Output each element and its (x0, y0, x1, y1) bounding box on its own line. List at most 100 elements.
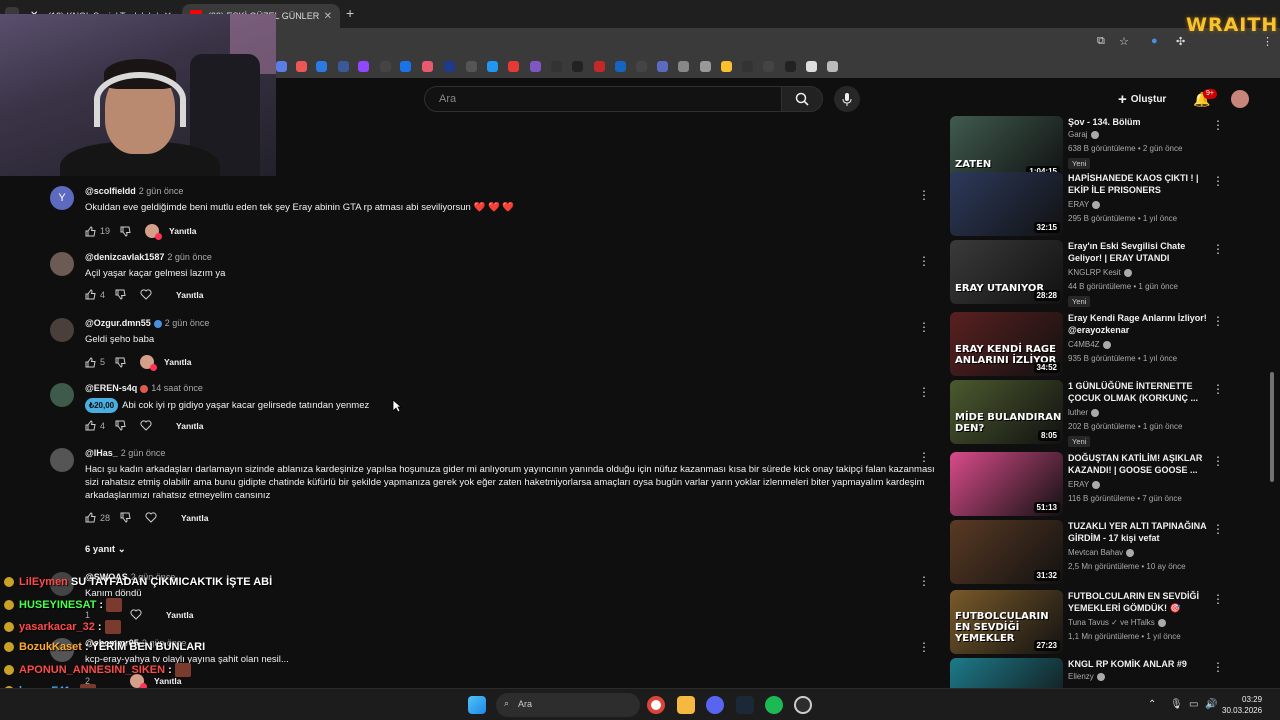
bookmark-icon[interactable] (380, 61, 391, 72)
bookmark-icon[interactable] (700, 61, 711, 72)
chat-username[interactable]: APONUN_ANNESINI_SIKEN (19, 664, 165, 676)
comment-author[interactable]: @scolfieldd (85, 186, 136, 196)
scrollbar[interactable] (1270, 372, 1274, 482)
commenter-avatar[interactable] (50, 318, 74, 342)
video-thumbnail[interactable]: ERAY UTANIYOR 28:28 (950, 240, 1063, 304)
bookmark-star-icon[interactable]: ☆ (1119, 35, 1129, 48)
channel-name[interactable]: Tuna Tavus ✓ ve HTalks (1068, 618, 1166, 627)
chrome-icon[interactable] (647, 696, 665, 714)
like-button[interactable]: 4 (85, 289, 105, 300)
reply-button[interactable]: Yanıtla (176, 421, 203, 431)
recommended-video[interactable]: 51:13 DOĞUŞTAN KATİLİM! AŞIKLAR KAZANDI!… (950, 452, 1224, 516)
discord-icon[interactable] (706, 696, 724, 714)
commenter-avatar[interactable] (50, 252, 74, 276)
search-input[interactable]: Ara (424, 86, 782, 112)
channel-name[interactable]: C4MB4Z (1068, 340, 1111, 349)
video-menu-icon[interactable]: ⋮ (1212, 382, 1224, 396)
video-menu-icon[interactable]: ⋮ (1212, 522, 1224, 536)
recommended-video[interactable]: 31:32 TUZAKLI YER ALTI TAPINAĞINA GİRDİM… (950, 520, 1224, 584)
search-button[interactable] (781, 86, 823, 112)
like-button[interactable]: 19 (85, 225, 110, 237)
video-menu-icon[interactable]: ⋮ (1212, 118, 1224, 132)
bookmark-icon[interactable] (657, 61, 668, 72)
video-thumbnail[interactable]: 31:32 (950, 520, 1063, 584)
comment-menu-icon[interactable]: ⋮ (918, 254, 930, 268)
file-explorer-icon[interactable] (677, 696, 695, 714)
video-menu-icon[interactable]: ⋮ (1212, 660, 1224, 674)
bookmark-icon[interactable] (338, 61, 349, 72)
comment-menu-icon[interactable]: ⋮ (918, 640, 930, 654)
recommended-video[interactable]: ZATEN 1:04:15 Şov - 134. Bölüm Garaj 638… (950, 116, 1224, 180)
video-title[interactable]: DOĞUŞTAN KATİLİM! AŞIKLAR KAZANDI! | GOO… (1068, 452, 1208, 476)
bookmark-icon[interactable] (806, 61, 817, 72)
bookmark-icon[interactable] (615, 61, 626, 72)
video-title[interactable]: Eray Kendi Rage Anlarını İzliyor! @erayo… (1068, 312, 1208, 336)
heart-outline-icon[interactable] (140, 289, 156, 300)
bookmark-icon[interactable] (466, 61, 477, 72)
commenter-avatar[interactable]: Y (50, 186, 74, 210)
recommended-video[interactable]: MİDE BULANDIRAN DEN? 8:05 1 GÜNLÜĞÜNE İN… (950, 380, 1224, 447)
chevron-up-icon[interactable]: ⌃ (1148, 699, 1156, 710)
recommended-video[interactable]: ERAY UTANIYOR 28:28 Eray'ın Eski Sevgili… (950, 240, 1224, 307)
dislike-button[interactable] (115, 357, 130, 368)
bookmark-icon[interactable] (400, 61, 411, 72)
comment-author[interactable]: @denizcavlak1587 (85, 252, 164, 262)
comment-time[interactable]: 2 gün önce (121, 448, 166, 458)
channel-name[interactable]: Elienzy (1068, 672, 1105, 681)
reply-button[interactable]: Yanıtla (169, 226, 196, 236)
video-menu-icon[interactable]: ⋮ (1212, 314, 1224, 328)
video-menu-icon[interactable]: ⋮ (1212, 174, 1224, 188)
video-title[interactable]: HAPİSHANEDE KAOS ÇIKTI ! | EKİP İLE PRIS… (1068, 172, 1208, 196)
video-thumbnail[interactable]: FUTBOLCULARIN EN SEVDİĞİ YEMEKLER 27:23 (950, 590, 1063, 654)
channel-name[interactable]: Mevtcan Bahav (1068, 548, 1135, 557)
bookmark-icon[interactable] (721, 61, 732, 72)
video-thumbnail[interactable]: ZATEN 1:04:15 (950, 116, 1063, 180)
create-button[interactable]: + Oluştur (1118, 88, 1166, 110)
steam-icon[interactable] (736, 696, 754, 714)
heart-outline-icon[interactable] (130, 609, 146, 620)
dislike-button[interactable] (120, 226, 135, 237)
video-menu-icon[interactable]: ⋮ (1212, 454, 1224, 468)
commenter-avatar[interactable] (50, 383, 74, 407)
chat-username[interactable]: BozukKaset (19, 641, 82, 653)
channel-name[interactable]: ERAY (1068, 200, 1101, 209)
bookmark-icon[interactable] (508, 61, 519, 72)
browser-menu-icon[interactable]: ⋮ (1262, 35, 1273, 48)
bookmark-icon[interactable] (594, 61, 605, 72)
video-thumbnail[interactable]: 32:15 (950, 172, 1063, 236)
comment-menu-icon[interactable]: ⋮ (918, 450, 930, 464)
bookmark-icon[interactable] (358, 61, 369, 72)
like-button[interactable]: 5 (85, 356, 105, 368)
like-button[interactable]: 4 (85, 420, 105, 431)
volume-icon[interactable]: 🔊 (1205, 699, 1217, 710)
video-thumbnail[interactable]: ERAY KENDİ RAGE ANLARINI İZLİYOR 34:52 (950, 312, 1063, 376)
show-replies-button[interactable]: 6 yanıt ⌄ (85, 544, 126, 555)
comment-time[interactable]: 14 saat önce (151, 383, 203, 393)
channel-name[interactable]: KNGLRP Kesit (1068, 268, 1132, 277)
chat-username[interactable]: HUSEYINESAT (19, 599, 96, 611)
comment-author[interactable]: @lHas_ (85, 448, 118, 458)
reply-button[interactable]: Yanıtla (181, 513, 208, 523)
bookmark-icon[interactable] (572, 61, 583, 72)
reply-button[interactable]: Yanıtla (166, 610, 193, 620)
video-title[interactable]: Eray'ın Eski Sevgilisi Chate Geliyor! | … (1068, 240, 1208, 264)
taskbar-search[interactable]: ⌕ Ara (496, 693, 640, 717)
voice-search-button[interactable] (834, 86, 860, 112)
commenter-avatar[interactable] (50, 448, 74, 472)
video-title[interactable]: 1 GÜNLÜĞÜNE İNTERNETTE ÇOCUK OLMAK (KORK… (1068, 380, 1208, 404)
reply-button[interactable]: Yanıtla (164, 357, 191, 367)
comment-author[interactable]: @EREN-s4q (85, 383, 137, 393)
spotify-icon[interactable] (765, 696, 783, 714)
channel-name[interactable]: ERAY (1068, 480, 1101, 489)
bookmark-icon[interactable] (422, 61, 433, 72)
comment-menu-icon[interactable]: ⋮ (918, 188, 930, 202)
comment-menu-icon[interactable]: ⋮ (918, 385, 930, 399)
new-tab-button[interactable]: + (346, 5, 354, 21)
bookmark-icon[interactable] (551, 61, 562, 72)
channel-name[interactable]: Garaj (1068, 130, 1099, 139)
bookmark-icon[interactable] (444, 61, 455, 72)
microphone-icon[interactable]: 🎙 (1170, 699, 1183, 710)
recommended-video[interactable]: 32:15 HAPİSHANEDE KAOS ÇIKTI ! | EKİP İL… (950, 172, 1224, 236)
video-title[interactable]: FUTBOLCULARIN EN SEVDİĞİ YEMEKLERİ GÖMDÜ… (1068, 590, 1208, 614)
windows-start-icon[interactable] (468, 696, 486, 714)
